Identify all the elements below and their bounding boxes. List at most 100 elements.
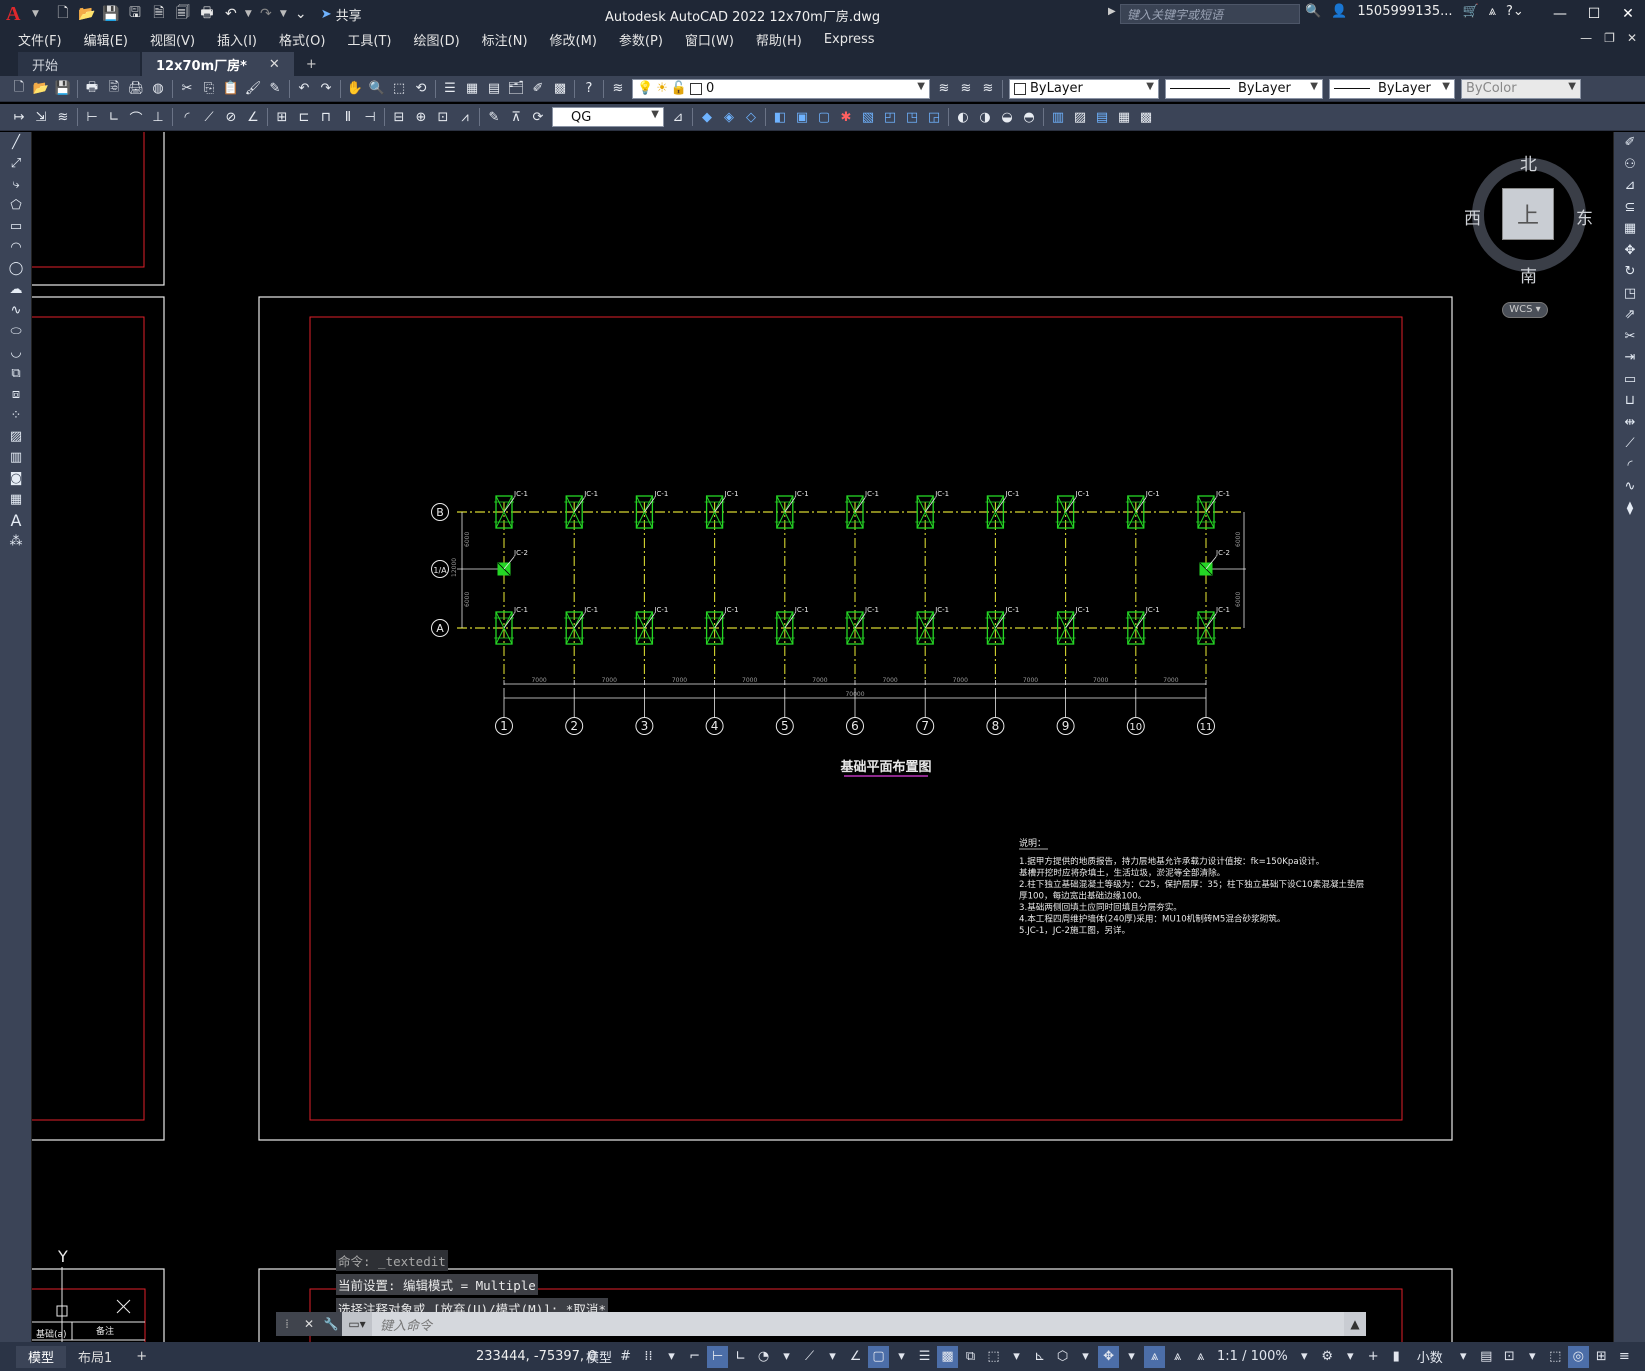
break-at-point-icon[interactable]: ▭ — [1614, 369, 1645, 391]
graphics-performance-icon[interactable]: ◎ — [1567, 1345, 1589, 1368]
tab-start[interactable]: 开始 — [18, 52, 140, 76]
lineweight-icon[interactable]: ☰ — [914, 1346, 935, 1368]
join-icon[interactable]: ⇹ — [1614, 412, 1645, 434]
scale-icon[interactable]: ▧ — [857, 106, 879, 128]
polygon-icon[interactable]: ⬠ — [0, 195, 32, 216]
circle-icon[interactable]: ◯ — [0, 258, 32, 279]
blend-icon[interactable]: ▨ — [1069, 106, 1091, 128]
dim-continue-icon[interactable]: ⊓ — [315, 106, 337, 128]
center-mark-icon[interactable]: ⊕ — [410, 106, 432, 128]
properties-icon[interactable]: ☰ — [439, 78, 461, 100]
annotation-monitor-icon[interactable]: + — [1363, 1346, 1384, 1368]
erase-icon[interactable]: ✐ — [1614, 132, 1645, 154]
drag-handle-icon[interactable]: ⁞ — [276, 1312, 298, 1336]
plot-icon[interactable]: 🖶 — [81, 78, 103, 100]
new-icon[interactable]: 🗋 — [8, 78, 30, 100]
calculator-icon[interactable]: ▩ — [549, 78, 571, 100]
tolerance-icon[interactable]: ⊟ — [388, 106, 410, 128]
command-expand-icon[interactable]: ▲ — [1344, 1312, 1366, 1336]
redo-icon[interactable]: ↷ — [315, 78, 337, 100]
open-icon[interactable]: 📂 — [77, 4, 97, 24]
plot-icon[interactable]: 🖶 — [197, 4, 217, 24]
table-icon[interactable]: ▦ — [0, 489, 32, 510]
recent-commands-icon[interactable]: ▭▾ — [342, 1312, 372, 1336]
cut-icon[interactable]: ✂ — [176, 78, 198, 100]
undo-icon[interactable]: ↶ — [221, 4, 241, 24]
layer-dropdown[interactable]: 💡 ☀ 🔓 0 ▼ — [632, 78, 930, 99]
polar-dropdown-icon[interactable]: ▾ — [776, 1346, 797, 1368]
move-icon[interactable]: ▢ — [813, 106, 835, 128]
dim-horizontal-icon[interactable]: ⊢ — [81, 106, 103, 128]
rotate-icon[interactable]: ↻ — [1614, 261, 1645, 283]
break-icon[interactable]: ◐ — [952, 106, 974, 128]
mirror-icon[interactable]: ⊿ — [1614, 175, 1645, 197]
copy-object-icon[interactable]: ◈ — [718, 106, 740, 128]
polyline-icon[interactable]: ⤷ — [0, 174, 32, 195]
array-icon[interactable]: ▣ — [791, 106, 813, 128]
saveas-icon[interactable]: 🖫 — [125, 4, 145, 24]
text-icon[interactable]: A — [0, 510, 32, 531]
grid-icon[interactable]: # — [615, 1346, 636, 1368]
tab-layout1[interactable]: 布局1 — [66, 1346, 124, 1368]
viewcube[interactable]: 上 北 南 东 西 — [1464, 150, 1593, 287]
edit-hatch-icon[interactable]: ▩ — [1135, 106, 1157, 128]
offset-icon[interactable]: ◧ — [769, 106, 791, 128]
mirror-icon[interactable]: ◇ — [740, 106, 762, 128]
menu-file[interactable]: 文件(F) — [18, 30, 62, 49]
menu-window[interactable]: 窗口(W) — [685, 30, 734, 49]
open-icon[interactable]: 📂 — [30, 78, 52, 100]
design-center-icon[interactable]: ▦ — [461, 78, 483, 100]
transparency-icon[interactable]: ▩ — [937, 1345, 959, 1368]
dynamic-ucs-icon[interactable]: ⊾ — [1029, 1346, 1050, 1368]
fillet-icon[interactable]: ◓ — [1018, 106, 1040, 128]
inspection-icon[interactable]: ⊡ — [432, 106, 454, 128]
menu-format[interactable]: 格式(O) — [279, 30, 325, 49]
linetype-dropdown[interactable]: ByLayer ▼ — [1165, 78, 1323, 99]
menu-view[interactable]: 视图(V) — [150, 30, 195, 49]
model-space-button[interactable]: 模型 — [585, 1346, 613, 1368]
revision-cloud-icon[interactable]: ☁ — [0, 279, 32, 300]
paste-icon[interactable]: 📋 — [220, 78, 242, 100]
viewcube-north[interactable]: 北 — [1520, 150, 1537, 175]
search-input[interactable]: 键入关键字或短语 — [1120, 4, 1300, 24]
snap-dropdown-icon[interactable]: ▾ — [661, 1346, 682, 1368]
coordinates-readout[interactable]: 233444, -75397, 0 — [476, 1349, 596, 1364]
dimstyle-dropdown[interactable]: QG ▼ — [552, 107, 664, 127]
rotate-icon[interactable]: ✱ — [835, 106, 857, 128]
dim-jogged-icon[interactable]: ⟋ — [198, 106, 220, 128]
annotation-scale-icon[interactable]: ⩓ — [1190, 1346, 1211, 1368]
offset-icon[interactable]: ⊆ — [1614, 197, 1645, 219]
dim-arc-icon[interactable]: ≋ — [52, 106, 74, 128]
dim-linear-icon[interactable]: ↦ — [8, 106, 30, 128]
object-snap-tracking-icon[interactable]: ∠ — [845, 1346, 866, 1368]
scale-dropdown-icon[interactable]: ▾ — [1294, 1346, 1315, 1368]
tab-model[interactable]: 模型 — [16, 1345, 67, 1368]
point-icon[interactable]: ⁘ — [0, 405, 32, 426]
zoom-window-icon[interactable]: ⬚ — [388, 78, 410, 100]
doc-close-icon[interactable]: ✕ — [1627, 31, 1637, 45]
units-dropdown-icon[interactable]: ▾ — [1453, 1346, 1474, 1368]
pan-icon[interactable]: ✋ — [344, 78, 366, 100]
color-dropdown[interactable]: ByLayer ▼ — [1009, 78, 1159, 99]
app-menu-chevron-icon[interactable]: ▼ — [32, 9, 39, 19]
region-icon[interactable]: ◙ — [0, 468, 32, 489]
user-name[interactable]: 1505999135... — [1357, 4, 1452, 19]
hatch-icon[interactable]: ▨ — [0, 426, 32, 447]
3d-dwf-icon[interactable]: ◍ — [147, 78, 169, 100]
lock-dropdown-icon[interactable]: ▾ — [1522, 1346, 1543, 1368]
construction-line-icon[interactable]: ⤢ — [0, 153, 32, 174]
export-icon[interactable]: 🗐 — [173, 4, 193, 24]
sheet-set-icon[interactable]: 🗂 — [505, 78, 527, 100]
lineweight-dropdown[interactable]: ByLayer ▼ — [1329, 78, 1455, 99]
save-icon[interactable]: 💾 — [101, 4, 121, 24]
help-icon[interactable]: ?⌄ — [1506, 4, 1524, 19]
ortho-icon[interactable]: ∟ — [730, 1346, 751, 1368]
scale-icon[interactable]: ◳ — [1614, 283, 1645, 305]
zoom-realtime-icon[interactable]: 🔍 — [366, 78, 388, 100]
make-current-icon[interactable]: ≋ — [933, 78, 955, 100]
drawing-canvas[interactable]: 基础(a) 备注 Y 6000 6000 12000 6000 6000 B 1/A A JC-1 JC… — [32, 132, 1613, 1342]
redo-dropdown-icon[interactable]: ▼ — [280, 9, 287, 19]
zoom-previous-icon[interactable]: ⟲ — [410, 78, 432, 100]
tab-close-icon[interactable]: ✕ — [269, 57, 280, 72]
dim-diameter-icon[interactable]: ⊘ — [220, 106, 242, 128]
